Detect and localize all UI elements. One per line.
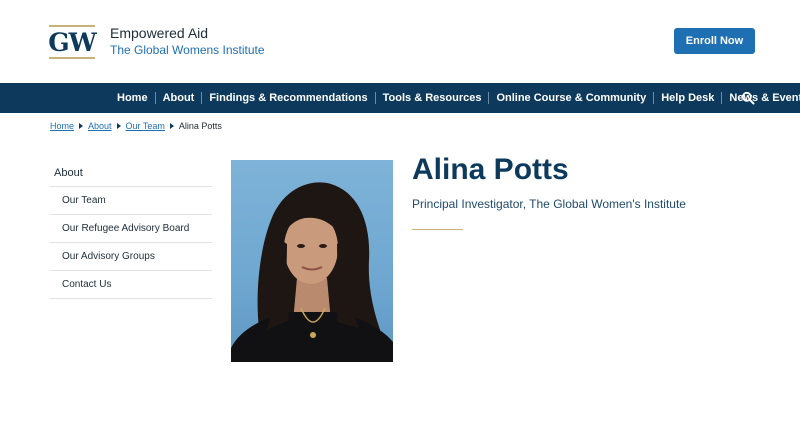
nav-item-about[interactable]: About xyxy=(156,83,202,113)
sidebar-item-contact-us[interactable]: Contact Us xyxy=(50,271,212,299)
search-icon[interactable] xyxy=(741,91,755,105)
portrait-illustration xyxy=(231,182,393,362)
nav-item-tools[interactable]: Tools & Resources xyxy=(376,83,489,113)
sidebar-item-refugee-advisory-board[interactable]: Our Refugee Advisory Board xyxy=(50,215,212,243)
gw-logo[interactable]: GW xyxy=(48,25,97,59)
breadcrumb-current: Alina Potts xyxy=(178,121,222,131)
breadcrumb-arrow-icon xyxy=(169,123,174,129)
person-name: Alina Potts xyxy=(412,153,569,186)
nav-item-home[interactable]: Home xyxy=(110,83,155,113)
person-title: Principal Investigator, The Global Women… xyxy=(412,197,686,211)
breadcrumb-home-link[interactable]: Home xyxy=(50,121,74,131)
profile-photo xyxy=(231,160,393,362)
breadcrumb-about-link[interactable]: About xyxy=(88,121,112,131)
sidebar-item-our-team[interactable]: Our Team xyxy=(50,187,212,215)
site-header: GW Empowered Aid The Global Womens Insti… xyxy=(0,0,800,83)
nav-item-findings[interactable]: Findings & Recommendations xyxy=(202,83,374,113)
enroll-now-button[interactable]: Enroll Now xyxy=(674,28,755,54)
nav-item-online-course[interactable]: Online Course & Community xyxy=(489,83,653,113)
nav-item-help-desk[interactable]: Help Desk xyxy=(654,83,721,113)
sidebar-item-about[interactable]: About xyxy=(50,160,212,187)
breadcrumb-arrow-icon xyxy=(116,123,121,129)
main-nav: Home About Findings & Recommendations To… xyxy=(0,83,800,113)
sidebar-item-advisory-groups[interactable]: Our Advisory Groups xyxy=(50,243,212,271)
site-subtitle[interactable]: The Global Womens Institute xyxy=(110,43,265,57)
title-divider xyxy=(412,229,463,230)
breadcrumb-our-team-link[interactable]: Our Team xyxy=(126,121,165,131)
nav-item-news-events[interactable]: News & Events xyxy=(722,83,800,113)
sidebar-nav: About Our Team Our Refugee Advisory Boar… xyxy=(50,160,212,299)
site-name[interactable]: Empowered Aid xyxy=(110,25,208,41)
breadcrumb: Home About Our Team Alina Potts xyxy=(50,121,222,131)
breadcrumb-arrow-icon xyxy=(79,123,84,129)
